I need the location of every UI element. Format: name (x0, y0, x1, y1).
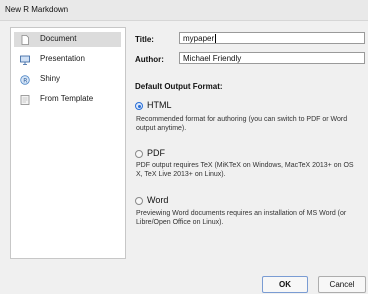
sidebar-item-label: From Template (40, 94, 94, 103)
author-label: Author: (135, 55, 164, 64)
html-radio-label: HTML (147, 100, 172, 110)
html-radio[interactable] (135, 102, 143, 110)
sidebar-item-presentation[interactable]: Presentation (14, 52, 121, 67)
pdf-radio[interactable] (135, 150, 143, 158)
ok-button[interactable]: OK (262, 276, 308, 293)
window-title: New R Markdown (5, 5, 69, 14)
sidebar-item-shiny[interactable]: R Shiny (14, 72, 121, 87)
author-input[interactable]: Michael Friendly (179, 52, 365, 64)
default-format-heading: Default Output Format: (135, 82, 223, 91)
title-label: Title: (135, 35, 154, 44)
text-caret (215, 34, 217, 44)
title-bar: New R Markdown (0, 0, 368, 21)
sidebar-item-from-template[interactable]: From Template (14, 92, 121, 107)
html-description: Recommended format for authoring (you ca… (136, 116, 348, 132)
title-input[interactable]: mypaper (179, 32, 365, 44)
sidebar-item-label: Shiny (40, 74, 61, 83)
sidebar-item-label: Document (40, 34, 77, 43)
pdf-description: PDF output requires TeX (MiKTeX on Windo… (136, 162, 354, 178)
author-input-value: Michael Friendly (183, 54, 242, 63)
new-r-markdown-dialog: New R Markdown Document Presentation R S… (0, 0, 368, 294)
template-icon (20, 95, 30, 105)
cancel-button[interactable]: Cancel (318, 276, 366, 293)
format-sidebar: Document Presentation R Shiny From Templ… (10, 27, 126, 259)
sidebar-item-document[interactable]: Document (14, 32, 121, 47)
word-radio-label: Word (147, 195, 169, 205)
shiny-icon: R (20, 75, 30, 85)
pdf-radio-label: PDF (147, 148, 165, 158)
title-input-value: mypaper (183, 34, 215, 43)
sidebar-item-label: Presentation (40, 54, 85, 63)
word-radio[interactable] (135, 197, 143, 205)
document-icon (21, 35, 29, 45)
word-description: Previewing Word documents requires an in… (136, 210, 347, 226)
svg-text:R: R (23, 77, 27, 84)
presentation-icon (20, 55, 30, 65)
